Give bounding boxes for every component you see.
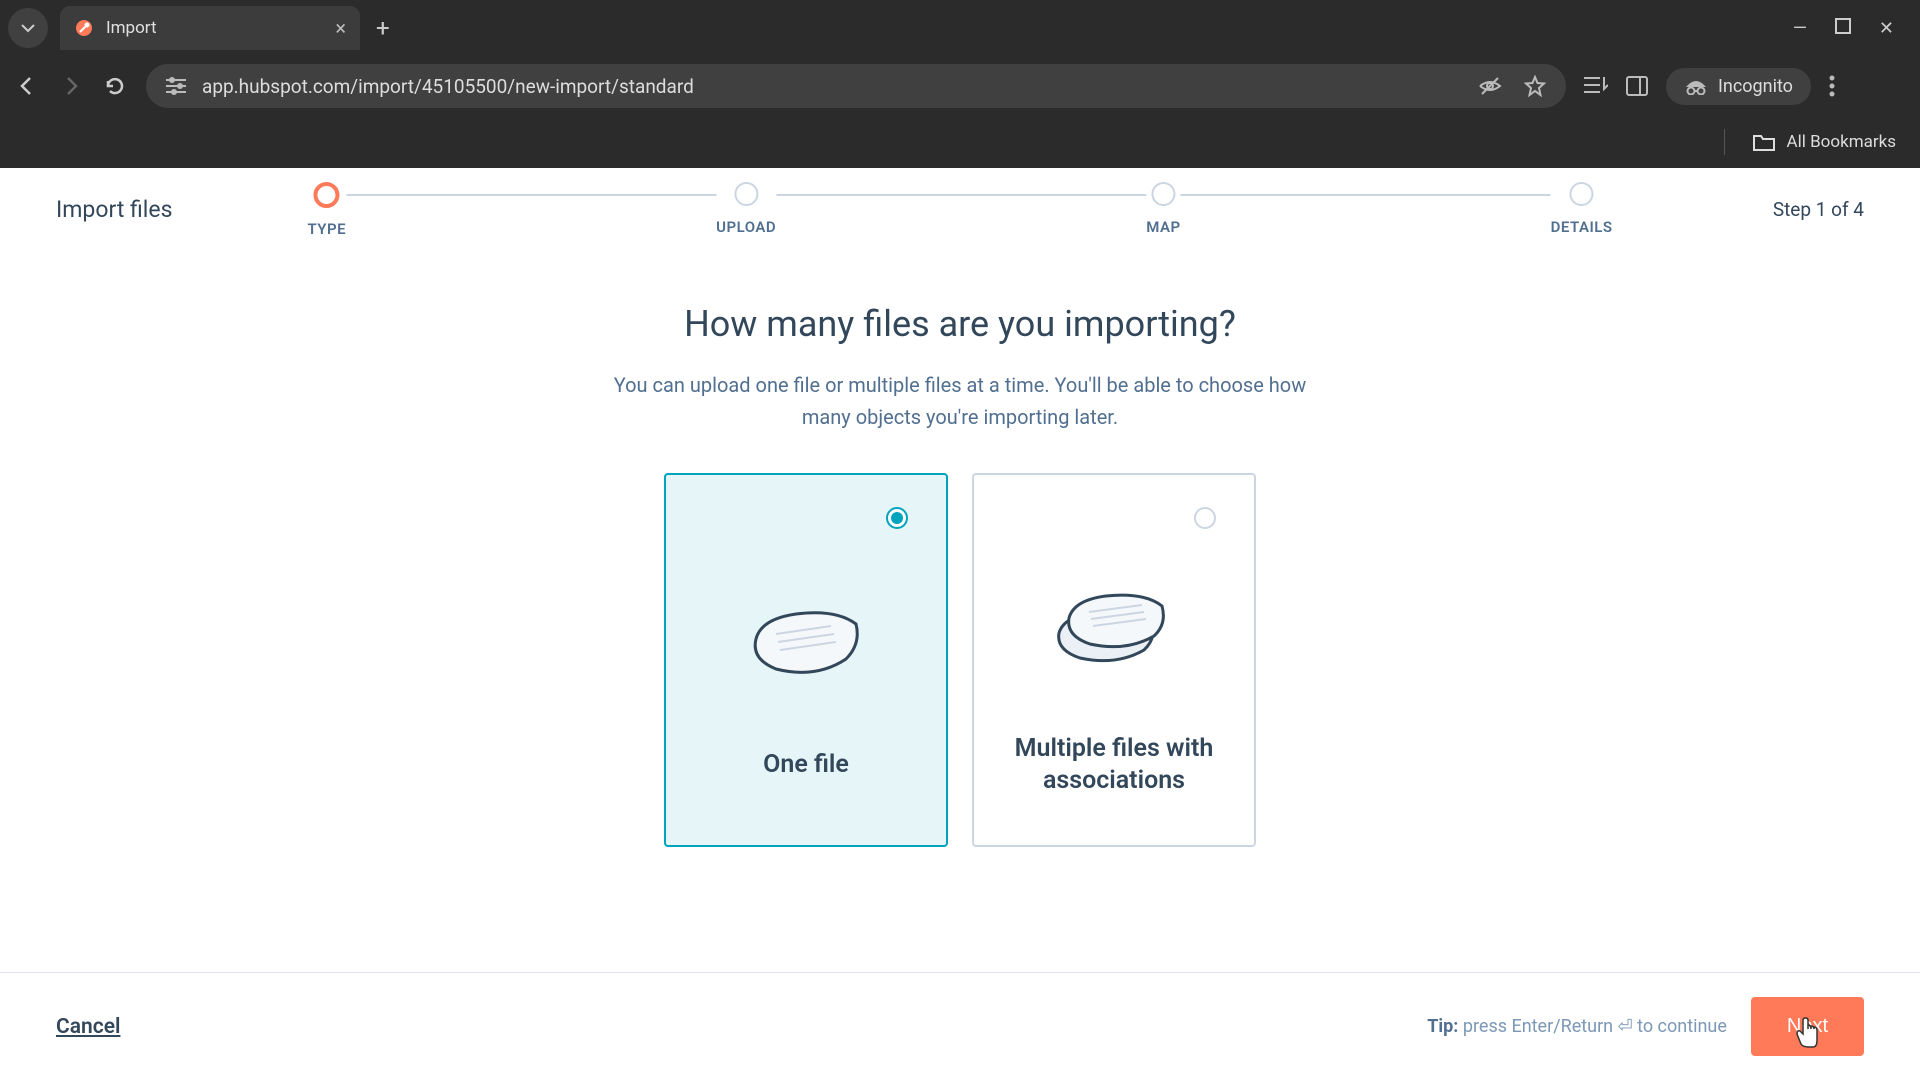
eye-blocked-icon[interactable]: [1478, 74, 1502, 98]
radio-unselected-icon: [1194, 507, 1216, 529]
step-connector: [776, 194, 1146, 196]
card-multiple-files[interactable]: Multiple files with associations: [972, 473, 1256, 847]
address-bar[interactable]: app.hubspot.com/import/45105500/new-impo…: [146, 64, 1566, 108]
close-window-icon[interactable]: ✕: [1879, 18, 1894, 39]
cancel-button[interactable]: Cancel: [56, 1015, 120, 1039]
minimize-icon[interactable]: —: [1793, 18, 1807, 39]
step-label: TYPE: [307, 220, 346, 238]
tab-bar: Import × + — ✕: [0, 0, 1920, 56]
step-label: UPLOAD: [716, 218, 776, 236]
step-type[interactable]: TYPE: [307, 182, 346, 238]
divider: [1724, 129, 1725, 155]
bookmark-star-icon[interactable]: [1524, 75, 1546, 97]
hubspot-favicon-icon: [74, 18, 94, 38]
new-tab-button[interactable]: +: [364, 14, 402, 42]
bookmarks-bar: All Bookmarks: [0, 116, 1920, 168]
wizard-title: Import files: [56, 196, 172, 223]
main-content: How many files are you importing? You ca…: [0, 243, 1920, 972]
next-button[interactable]: Next: [1751, 997, 1864, 1056]
wizard-header: Import files TYPE UPLOAD MAP DETAILS: [0, 168, 1920, 243]
site-settings-icon[interactable]: [166, 77, 186, 95]
step-dot-icon: [1570, 182, 1594, 206]
next-label: Next: [1787, 1015, 1828, 1038]
all-bookmarks-link[interactable]: All Bookmarks: [1787, 132, 1896, 152]
browser-chrome: Import × + — ✕ app.hubspot.com/import/45…: [0, 0, 1920, 168]
single-file-icon: [736, 569, 876, 709]
card-title: Multiple files with associations: [994, 733, 1234, 798]
step-upload[interactable]: UPLOAD: [716, 182, 776, 236]
step-connector: [346, 194, 716, 196]
folder-icon: [1753, 133, 1775, 151]
step-label: DETAILS: [1551, 218, 1613, 236]
address-row: app.hubspot.com/import/45105500/new-impo…: [0, 56, 1920, 116]
tip-body: press Enter/Return ⏎ to continue: [1458, 1016, 1726, 1037]
incognito-badge[interactable]: Incognito: [1666, 68, 1811, 105]
incognito-icon: [1684, 77, 1708, 95]
browser-menu-icon[interactable]: [1829, 75, 1835, 97]
card-one-file[interactable]: One file: [664, 473, 948, 847]
step-details[interactable]: DETAILS: [1551, 182, 1613, 236]
window-controls: — ✕: [1793, 18, 1912, 39]
question-heading: How many files are you importing?: [684, 303, 1236, 345]
reload-button[interactable]: [102, 73, 128, 99]
tip-label: Tip:: [1427, 1016, 1458, 1037]
url-text: app.hubspot.com/import/45105500/new-impo…: [202, 75, 1462, 98]
card-title: One file: [763, 749, 849, 782]
incognito-label: Incognito: [1718, 76, 1793, 97]
step-map[interactable]: MAP: [1146, 182, 1180, 236]
option-cards: One file Multiple files with association…: [664, 473, 1256, 847]
browser-tab[interactable]: Import ×: [60, 6, 360, 50]
reading-list-icon[interactable]: [1584, 75, 1608, 97]
tab-title: Import: [106, 18, 323, 38]
app-content: Import files TYPE UPLOAD MAP DETAILS: [0, 168, 1920, 1080]
multiple-files-icon: [1044, 553, 1184, 693]
forward-button[interactable]: [58, 73, 84, 99]
step-dot-icon: [734, 182, 758, 206]
stepper: TYPE UPLOAD MAP DETAILS: [307, 182, 1612, 238]
step-label: MAP: [1146, 218, 1180, 236]
radio-selected-icon: [886, 507, 908, 529]
tab-search-dropdown[interactable]: [8, 8, 48, 48]
tab-close-icon[interactable]: ×: [335, 16, 346, 40]
step-connector: [1181, 194, 1551, 196]
step-indicator: Step 1 of 4: [1773, 198, 1864, 221]
tip-text: Tip: press Enter/Return ⏎ to continue: [1427, 1016, 1727, 1037]
step-dot-icon: [314, 182, 340, 208]
step-dot-icon: [1151, 182, 1175, 206]
back-button[interactable]: [14, 73, 40, 99]
wizard-footer: Cancel Tip: press Enter/Return ⏎ to cont…: [0, 972, 1920, 1080]
maximize-icon[interactable]: [1835, 18, 1851, 39]
question-subtext: You can upload one file or multiple file…: [600, 369, 1320, 433]
side-panel-icon[interactable]: [1626, 76, 1648, 96]
